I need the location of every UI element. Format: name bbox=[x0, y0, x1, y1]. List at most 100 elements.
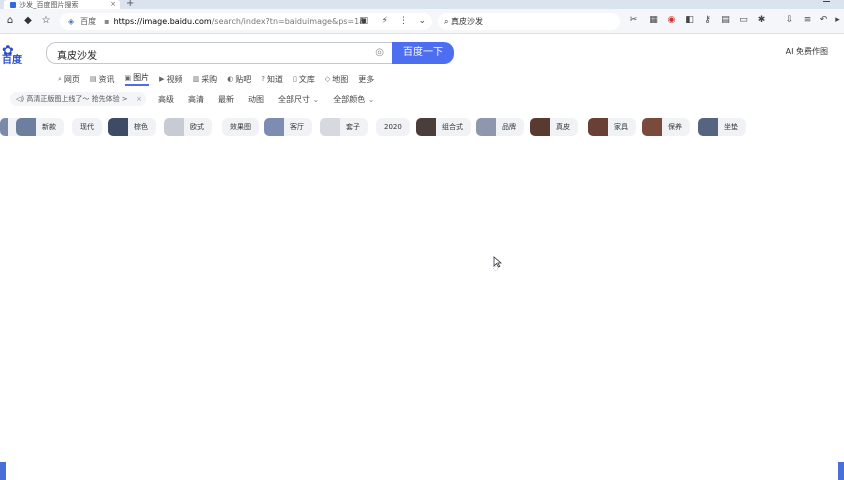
camera-icon[interactable]: ◎ bbox=[375, 47, 384, 58]
tab-zhidao[interactable]: ? 知道 bbox=[261, 72, 283, 86]
close-icon[interactable]: × bbox=[136, 92, 142, 106]
extension-icon[interactable]: ◆ bbox=[22, 15, 34, 27]
tag-chip[interactable]: 效果图 bbox=[222, 118, 259, 136]
tab-label: 网页 bbox=[63, 74, 80, 84]
tag-label: 真皮 bbox=[556, 123, 570, 131]
tab-wenku[interactable]: ▯ 文库 bbox=[293, 72, 315, 86]
tag-chip[interactable]: 品牌 bbox=[476, 118, 524, 136]
filter-size-dropdown[interactable]: 全部尺寸 bbox=[278, 94, 319, 105]
tag-chip[interactable]: 2020 bbox=[376, 118, 410, 136]
tag-thumbnail bbox=[588, 118, 608, 136]
filter-color-dropdown[interactable]: 全部颜色 bbox=[333, 94, 374, 105]
tag-chip[interactable]: 棕色 bbox=[108, 118, 156, 136]
tag-thumbnail bbox=[264, 118, 284, 136]
home-icon[interactable]: ⌂ bbox=[4, 15, 16, 27]
more-icon[interactable]: ▸ bbox=[832, 15, 843, 26]
tag-chip[interactable]: 坐垫 bbox=[698, 118, 746, 136]
undo-icon[interactable]: ↶ bbox=[818, 15, 829, 26]
lock-icon: ▪ bbox=[104, 17, 110, 26]
tag-chip[interactable]: 家具 bbox=[588, 118, 636, 136]
tab-images[interactable]: ▣ 图片 bbox=[124, 72, 150, 86]
tag-label: 新款 bbox=[42, 123, 56, 131]
tag-chip[interactable]: 组合式 bbox=[416, 118, 471, 136]
filter-bar: 高级 高清 最新 动图 全部尺寸 全部颜色 bbox=[158, 94, 375, 105]
tag-chip[interactable]: 套子 bbox=[320, 118, 368, 136]
menu-icon[interactable]: ≡ bbox=[802, 15, 813, 26]
browser-search-box[interactable]: ⌕ 真皮沙发 bbox=[438, 13, 620, 30]
tab-map[interactable]: ◇ 地图 bbox=[325, 72, 348, 86]
tab-label: 地图 bbox=[332, 74, 349, 84]
browser-tab[interactable]: 沙发_百度图片搜索 × bbox=[4, 0, 120, 9]
tag-chip[interactable]: 保养 bbox=[642, 118, 690, 136]
browser-toolbar: ⌂ ◆ ☆ ◈ 百度 ▪ https://image.baidu.com /se… bbox=[0, 9, 844, 34]
star-icon[interactable]: ☆ bbox=[40, 15, 52, 27]
tag-thumbnail bbox=[642, 118, 662, 136]
search-query: 真皮沙发 bbox=[57, 51, 97, 62]
tab-label: 知道 bbox=[267, 74, 284, 84]
search-nav: ⌕ 网页 ▤ 资讯 ▣ 图片 ▶ 视频 ▥ 采购 ◐ 贴吧 ? 知道 ▯ 文库 ◇ 地图 更多 bbox=[58, 72, 374, 86]
filter-animated[interactable]: 动图 bbox=[248, 94, 264, 105]
tag-chip[interactable]: 客厅 bbox=[264, 118, 312, 136]
qr-icon[interactable]: ▣ bbox=[359, 13, 368, 30]
filter-advanced[interactable]: 高级 bbox=[158, 94, 174, 105]
grid-icon[interactable]: ⋮ bbox=[399, 13, 408, 30]
promo-text: 高清正版图上线了～ 抢先体验 > bbox=[26, 95, 128, 103]
taskbar-edge-right bbox=[838, 462, 844, 480]
tab-label: 文库 bbox=[298, 74, 315, 84]
dropdown-icon[interactable]: ⌄ bbox=[418, 13, 426, 30]
tab-video[interactable]: ▶ 视频 bbox=[159, 72, 182, 86]
shield-ext-icon[interactable]: ◉ bbox=[666, 15, 677, 26]
tag-chip[interactable]: 现代 bbox=[72, 118, 102, 136]
tab-label: 更多 bbox=[358, 74, 375, 84]
promo-banner[interactable]: ◁) 高清正版图上线了～ 抢先体验 > × bbox=[10, 92, 146, 106]
tag-thumbnail bbox=[0, 118, 8, 136]
tag-chip[interactable]: 新款 bbox=[16, 118, 64, 136]
tab-label: 视频 bbox=[166, 74, 183, 84]
minimize-icon[interactable] bbox=[823, 1, 830, 2]
search-icon: ⌕ bbox=[444, 17, 452, 26]
tag-thumbnail bbox=[476, 118, 496, 136]
tag-label: 客厅 bbox=[290, 123, 304, 131]
tag-label: 现代 bbox=[80, 123, 94, 131]
tab-more[interactable]: 更多 bbox=[358, 72, 374, 86]
filter-latest[interactable]: 最新 bbox=[218, 94, 234, 105]
image-icon: ▣ bbox=[124, 73, 132, 82]
new-tab-button[interactable]: + bbox=[126, 0, 134, 9]
tag-thumbnail bbox=[320, 118, 340, 136]
tag-label: 保养 bbox=[668, 123, 682, 131]
loading-spinner-icon: ◌ bbox=[493, 265, 499, 272]
tag-label: 2020 bbox=[384, 123, 402, 131]
window-icon[interactable]: ▭ bbox=[738, 15, 749, 26]
ai-draw-button[interactable]: AI 免费作图 bbox=[786, 46, 828, 57]
lightning-icon[interactable]: ⚡ bbox=[382, 13, 388, 30]
scissors-icon[interactable]: ✂ bbox=[628, 15, 639, 26]
translate-icon[interactable]: ◧ bbox=[684, 15, 695, 26]
puzzle-icon[interactable]: ✱ bbox=[756, 15, 767, 26]
key-icon[interactable]: ⚷ bbox=[702, 15, 713, 26]
download-icon[interactable]: ⇩ bbox=[784, 15, 795, 26]
search-button[interactable]: 百度一下 bbox=[392, 42, 454, 64]
tag-thumbnail bbox=[698, 118, 718, 136]
baidu-logo[interactable]: ✿ 百度 bbox=[2, 44, 42, 66]
tab-tieba[interactable]: ◐ 贴吧 bbox=[227, 72, 251, 86]
tag-label: 欧式 bbox=[190, 123, 204, 131]
bookmark-icon[interactable]: ▦ bbox=[648, 15, 659, 26]
tag-chip[interactable]: 真皮 bbox=[530, 118, 578, 136]
filter-hd[interactable]: 高清 bbox=[188, 94, 204, 105]
tag-chip[interactable]: 欧式 bbox=[164, 118, 212, 136]
apps-icon[interactable]: ▤ bbox=[720, 15, 731, 26]
tab-purchase[interactable]: ▥ 采购 bbox=[193, 72, 218, 86]
tab-news[interactable]: ▤ 资讯 bbox=[90, 72, 115, 86]
tab-label: 贴吧 bbox=[235, 74, 252, 84]
tag-thumbnail bbox=[530, 118, 550, 136]
document-icon: ▯ bbox=[293, 75, 297, 83]
speaker-icon: ◁) bbox=[16, 95, 25, 103]
tab-label: 采购 bbox=[201, 74, 218, 84]
address-bar[interactable]: ◈ 百度 ▪ https://image.baidu.com /search/i… bbox=[60, 13, 432, 30]
search-input[interactable]: 真皮沙发 ◎ bbox=[46, 42, 392, 64]
tieba-icon: ◐ bbox=[227, 75, 234, 83]
tab-web[interactable]: ⌕ 网页 bbox=[58, 72, 80, 86]
tag-thumbnail bbox=[16, 118, 36, 136]
close-tab-icon[interactable]: × bbox=[110, 0, 116, 8]
search-icon: ⌕ bbox=[58, 74, 62, 83]
